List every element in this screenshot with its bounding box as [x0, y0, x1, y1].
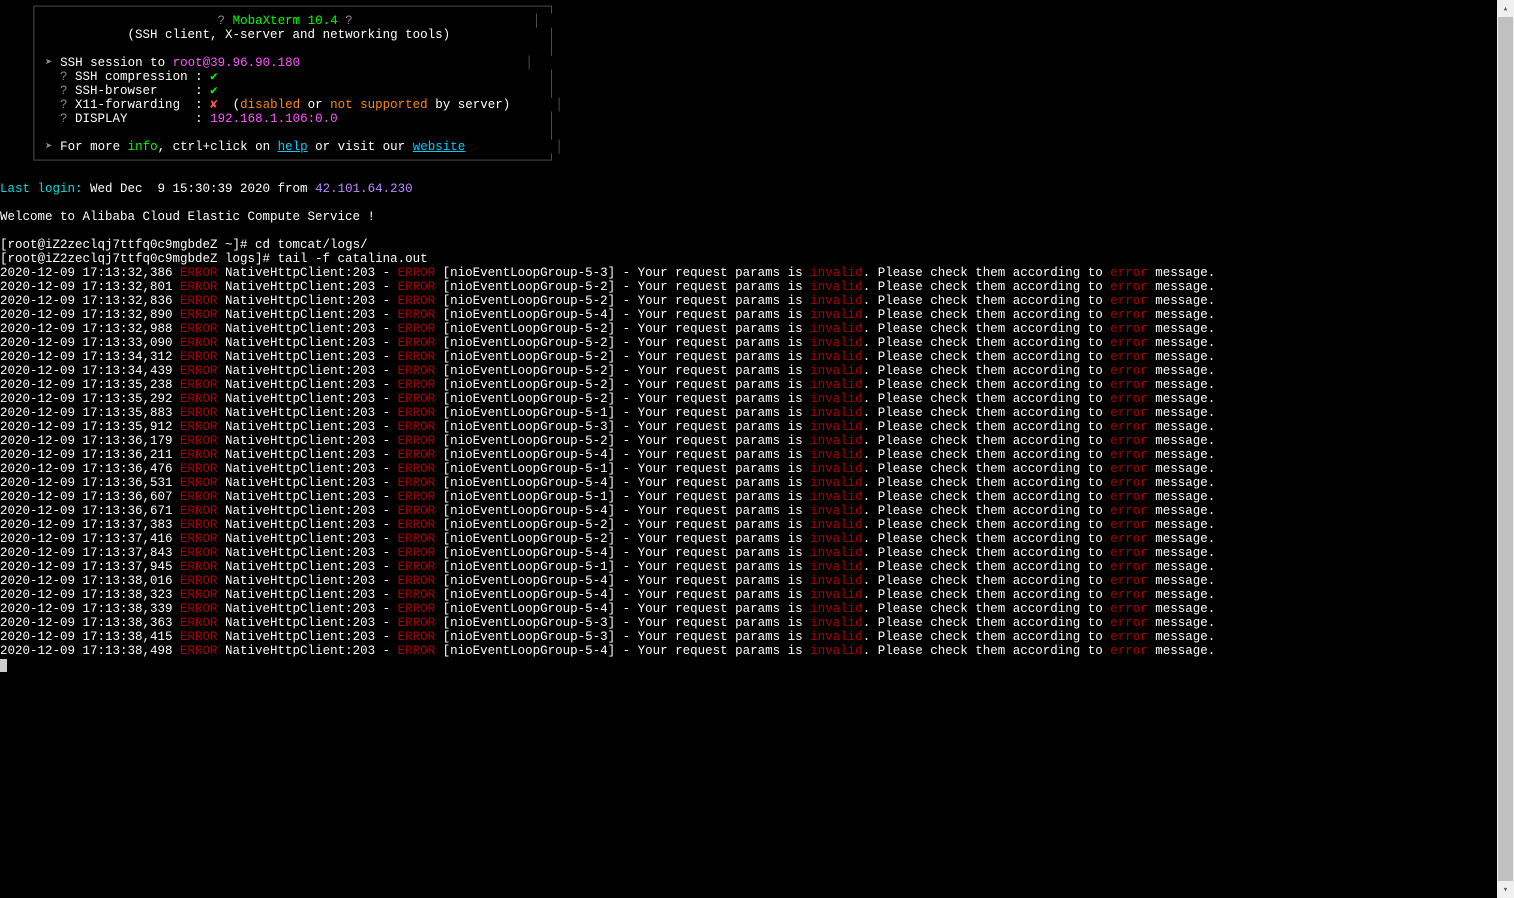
website-link[interactable]: website: [413, 140, 466, 154]
scroll-up-button[interactable]: ▴: [1497, 0, 1514, 17]
help-link[interactable]: help: [278, 140, 308, 154]
check-icon: ✔: [210, 84, 218, 98]
welcome-text: Welcome to Alibaba Cloud Elastic Compute…: [0, 210, 375, 224]
scroll-track[interactable]: [1497, 17, 1514, 881]
last-login-label: Last login:: [0, 182, 83, 196]
check-icon: ✔: [210, 70, 218, 84]
cross-icon: ✘: [210, 98, 218, 112]
shell-prompt: [root@iZ2zeclqj7ttfq0c9mgbdeZ ~]#: [0, 238, 248, 252]
log-output: 2020-12-09 17:13:32,386 ERROR NativeHttp…: [0, 266, 1215, 658]
scroll-thumb[interactable]: [1498, 17, 1513, 881]
shell-prompt: [root@iZ2zeclqj7ttfq0c9mgbdeZ logs]#: [0, 252, 270, 266]
cursor: [0, 659, 7, 672]
terminal-output[interactable]: ┌───────────────────────────────────────…: [0, 0, 1497, 898]
scroll-down-button[interactable]: ▾: [1497, 881, 1514, 898]
banner-box: ┌───────────────────────────────────────…: [0, 0, 563, 168]
scrollbar[interactable]: ▴ ▾: [1497, 0, 1514, 898]
